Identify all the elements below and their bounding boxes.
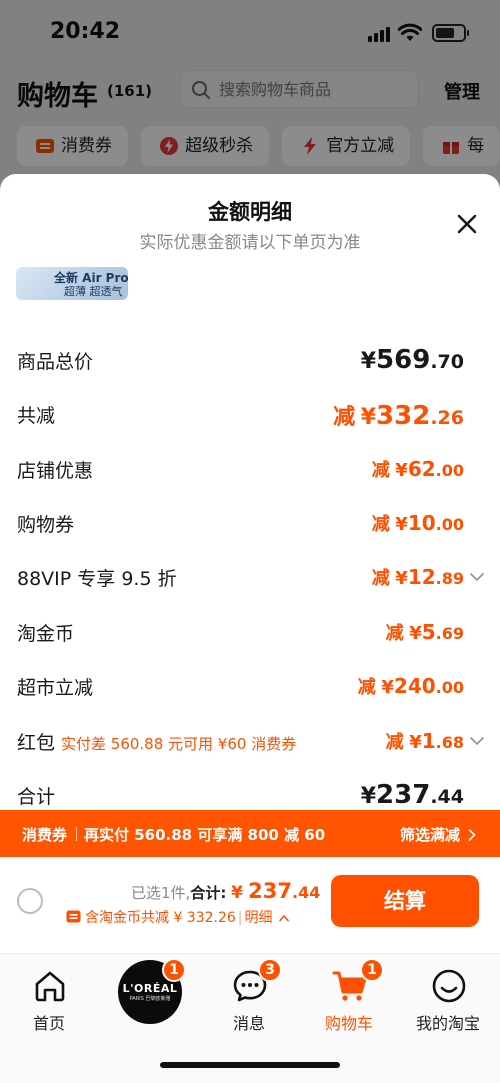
coin-coupon-icon: [66, 910, 81, 923]
row-88vip[interactable]: 88VIP 专享 9.5 折 减 ¥12.89: [0, 564, 500, 604]
row-amount: ¥237.44: [360, 780, 464, 810]
selected-count: 已选1件,: [131, 884, 191, 902]
row-taojinbi: 淘金币 减 ¥5.69: [0, 619, 500, 659]
row-label: 淘金币: [17, 623, 75, 645]
notification-badge: 1: [360, 958, 384, 982]
sheet-subtitle: 实际优惠金额请以下单页为准: [139, 233, 361, 253]
chevron-up-icon: [279, 914, 289, 922]
discount-summary[interactable]: 含淘金币共减 ¥ 332.26 | 明细: [66, 907, 289, 927]
row-amount: 减 ¥5.69: [385, 620, 464, 644]
row-label: 超市立减: [17, 677, 94, 699]
promo-banner[interactable]: 全新 Air Pro 超薄 超透气: [16, 267, 128, 300]
checkout-bar: 已选1件,合计: ¥ 237.44 含淘金币共减 ¥ 332.26 | 明细 结算: [0, 857, 500, 954]
notification-badge: 3: [258, 958, 282, 982]
total-amount: ¥ 237.44: [231, 879, 321, 903]
sheet-title: 金额明细: [208, 200, 292, 224]
chevron-down-icon[interactable]: [469, 572, 485, 582]
row-label: 合计: [17, 786, 56, 808]
row-amount: 减 ¥240.00: [357, 674, 464, 698]
row-label: 商品总价: [17, 351, 94, 373]
divider: [76, 827, 77, 841]
row-total-discount: 共减 减 ¥332.26: [0, 401, 500, 441]
chevron-right-icon: [468, 829, 476, 841]
row-amount: 减 ¥62.00: [371, 457, 464, 481]
close-icon[interactable]: [455, 212, 479, 236]
tab-label: 首页: [32, 1014, 65, 1033]
checkout-button[interactable]: 结算: [331, 875, 479, 927]
row-amount: 减 ¥1.68: [385, 729, 464, 753]
banner-line2: 超薄 超透气: [64, 285, 123, 298]
home-indicator: [160, 1062, 340, 1068]
modal-overlay[interactable]: [0, 0, 500, 200]
row-total-price: 商品总价 ¥569.70: [0, 345, 500, 387]
detail-toggle[interactable]: 明细: [245, 910, 273, 926]
discount-text: 含淘金币共减 ¥ 332.26: [85, 910, 236, 926]
row-amount: 减 ¥12.89: [371, 565, 464, 589]
filter-discount-link[interactable]: 筛选满减: [400, 824, 460, 845]
coupon-tag: 消费券: [22, 826, 68, 844]
selection-summary: 已选1件,合计: ¥ 237.44: [131, 879, 320, 903]
select-all-checkbox[interactable]: [17, 888, 43, 914]
tab-label: 购物车: [324, 1014, 373, 1033]
tab-my-taobao[interactable]: 我的淘宝: [403, 954, 493, 1034]
row-store-discount: 店铺优惠 减 ¥62.00: [0, 456, 500, 496]
red-packet-note: 实付差 560.88 元可用 ¥60 消费券: [61, 735, 297, 753]
tab-label: 我的淘宝: [415, 1014, 480, 1033]
row-label: 红包 实付差 560.88 元可用 ¥60 消费券: [17, 732, 297, 754]
tab-home[interactable]: 首页: [4, 954, 94, 1034]
row-label: 店铺优惠: [17, 460, 94, 482]
row-amount: 减 ¥332.26: [333, 401, 464, 431]
coupon-message: 再实付 560.88 可享满 800 减 60: [84, 826, 326, 844]
notification-badge: 1: [162, 958, 186, 982]
row-red-packet[interactable]: 红包 实付差 560.88 元可用 ¥60 消费券 减 ¥1.68: [0, 728, 500, 768]
row-amount: ¥569.70: [360, 345, 464, 375]
smile-icon: [432, 969, 466, 1003]
tab-label: 消息: [232, 1014, 265, 1033]
row-supermarket-discount: 超市立减 减 ¥240.00: [0, 673, 500, 713]
row-amount: 减 ¥10.00: [371, 511, 464, 535]
row-label: 88VIP 专享 9.5 折: [17, 568, 177, 590]
row-shopping-coupon: 购物券 减 ¥10.00: [0, 510, 500, 550]
total-label: 合计:: [190, 884, 227, 902]
coupon-strip[interactable]: 消费券 再实付 560.88 可享满 800 减 60 筛选满减: [0, 810, 500, 857]
chevron-down-icon[interactable]: [469, 736, 485, 746]
row-label: 共减: [17, 405, 56, 427]
row-label: 购物券: [17, 514, 75, 536]
home-icon: [35, 971, 65, 1002]
